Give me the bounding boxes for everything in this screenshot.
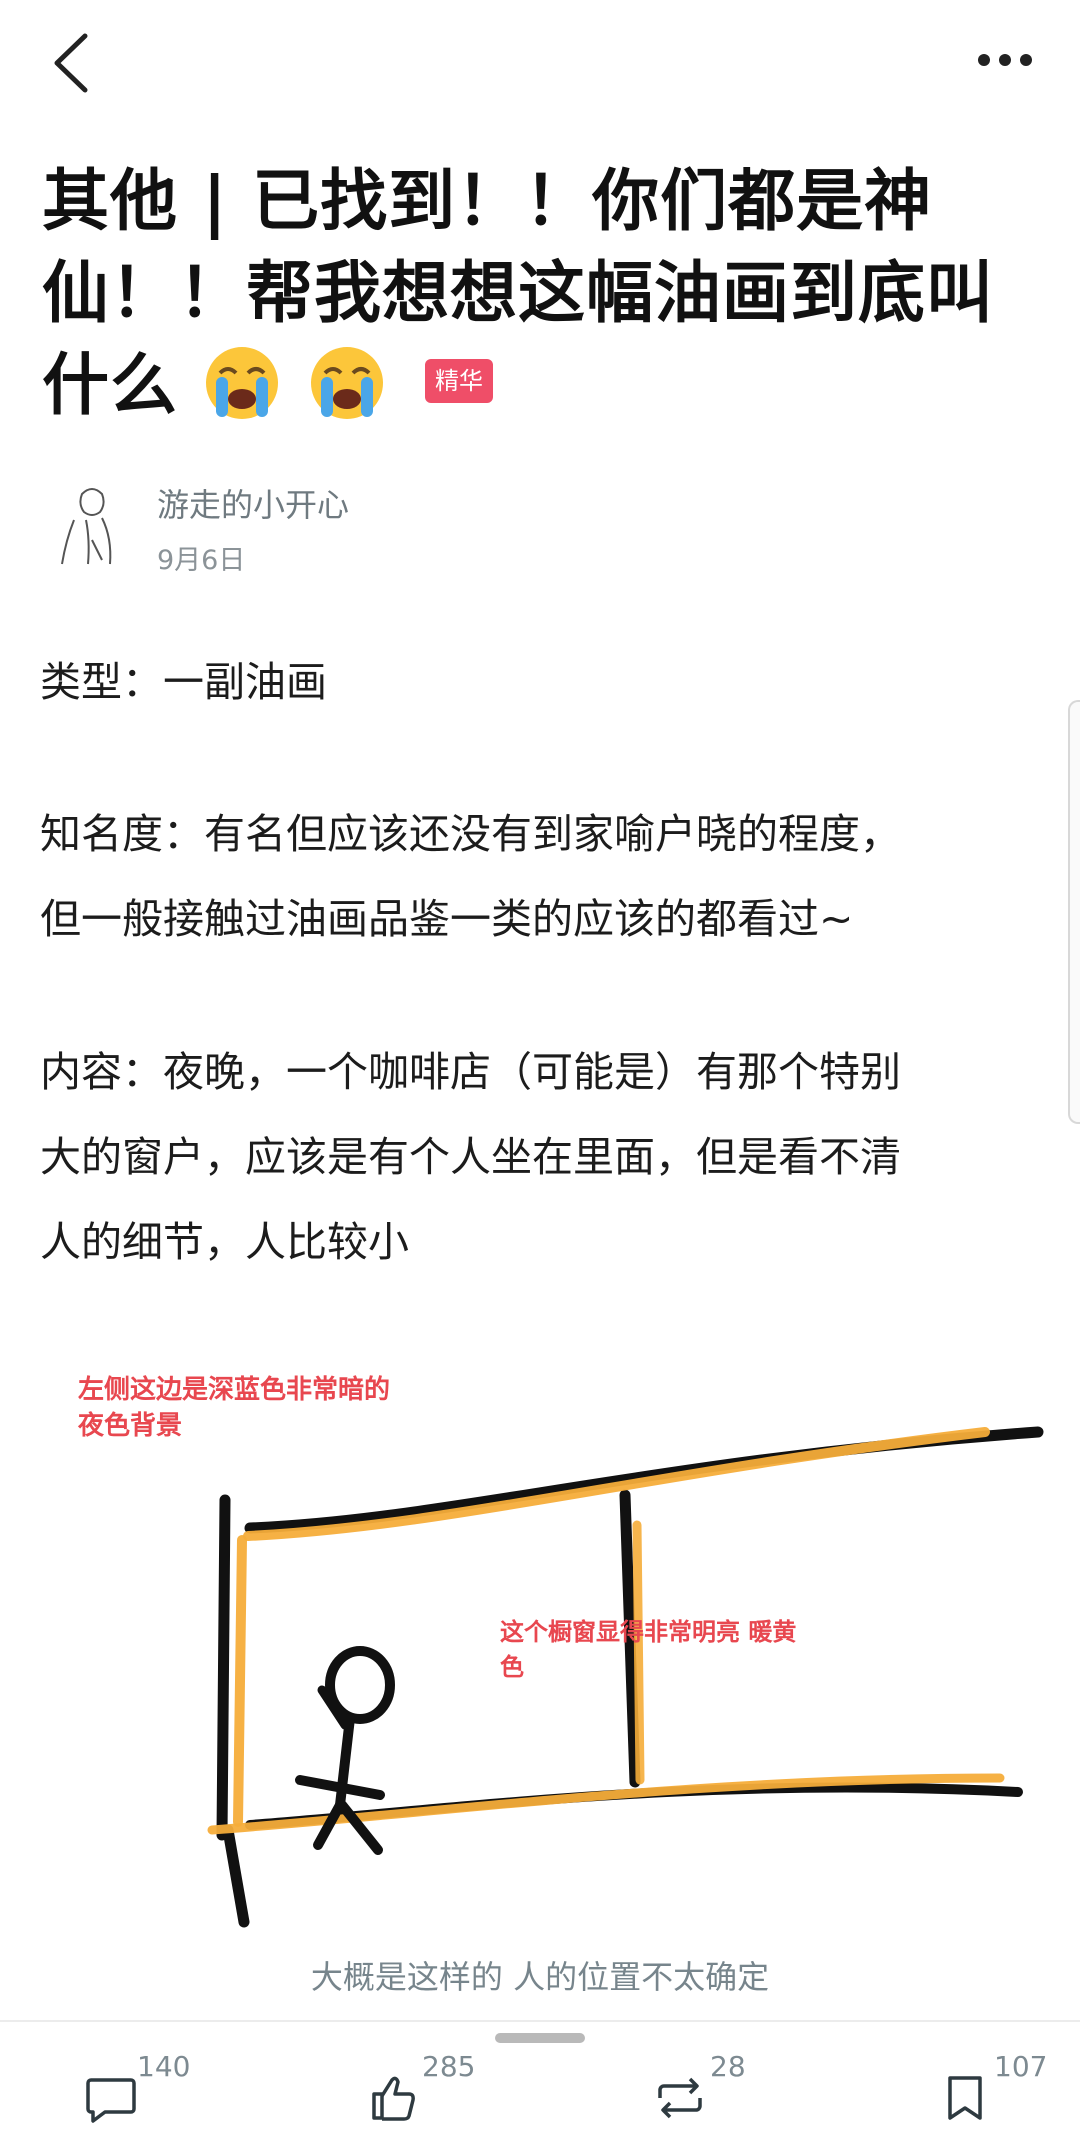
body-paragraph-fame: 知名度：有名但应该还没有到家喻户晓的程度， 但一般接触过油画品鉴一类的应该的都看… <box>40 792 1040 962</box>
sketch-note-window: 色 <box>500 1653 524 1681</box>
thumbs-up-icon <box>372 2076 415 2121</box>
avatar[interactable] <box>52 480 132 570</box>
post-detail-page: 其他 | 已找到！！你们都是神 仙！！帮我想想这幅油画到底叫 什么 精华 游走的… <box>0 0 1080 2154</box>
top-bar <box>0 0 1080 130</box>
body-line: 知名度：有名但应该还没有到家喻户晓的程度， <box>40 810 901 858</box>
repost-count: 28 <box>710 2050 746 2083</box>
body-line: 但一般接触过油画品鉴一类的应该的都看过~ <box>40 895 854 943</box>
more-dots-icon <box>978 54 1032 66</box>
repost-button[interactable]: 28 <box>652 2050 762 2140</box>
scroll-indicator[interactable] <box>1068 700 1080 1124</box>
comment-icon <box>86 2078 136 2123</box>
bookmark-count: 107 <box>994 2050 1048 2083</box>
bookmark-icon <box>948 2076 982 2120</box>
author-name[interactable]: 游走的小开心 <box>157 480 349 526</box>
more-options-button[interactable] <box>970 40 1040 80</box>
sketch-note-left: 夜色背景 <box>77 1410 182 1441</box>
title-line: 仙！！帮我想想这幅油画到底叫 <box>42 254 994 332</box>
repost-icon <box>658 2077 702 2119</box>
like-count: 285 <box>422 2050 476 2083</box>
sketch-note-window: 这个橱窗显得非常明亮 暖黄 <box>500 1618 796 1646</box>
post-title: 其他 | 已找到！！你们都是神 仙！！帮我想想这幅油画到底叫 什么 精华 <box>42 155 1032 431</box>
drag-handle[interactable] <box>495 2033 585 2043</box>
image-caption: 大概是这样的 人的位置不太确定 <box>310 1958 770 1996</box>
body-paragraph-content: 内容：夜晚，一个咖啡店（可能是）有那个特别 大的窗户，应该是有个人坐在里面，但是… <box>40 1030 1040 1285</box>
loudly-crying-face-icon <box>206 347 279 420</box>
title-line: 其他 | 已找到！！你们都是神 <box>42 162 933 240</box>
back-button[interactable] <box>45 28 105 98</box>
body-line: 类型：一副油画 <box>40 658 327 706</box>
post-sketch-image[interactable]: 左侧这边是深蓝色非常暗的 夜色背景 这个橱窗显得非常明亮 暖黄 色 <box>0 1350 1080 1950</box>
sketch-note-left: 左侧这边是深蓝色非常暗的 <box>78 1374 390 1405</box>
comment-count: 140 <box>137 2050 191 2083</box>
body-paragraph-type: 类型：一副油画 <box>40 640 1040 725</box>
post-date: 9月6日 <box>157 545 246 576</box>
like-button[interactable]: 285 <box>368 2050 478 2140</box>
comment-button[interactable]: 140 <box>85 2050 195 2140</box>
chevron-left-icon <box>54 33 88 93</box>
featured-badge: 精华 <box>424 359 493 404</box>
bookmark-button[interactable]: 107 <box>942 2050 1052 2140</box>
body-line: 大的窗户，应该是有个人坐在里面，但是看不清 <box>40 1133 901 1181</box>
body-line: 内容：夜晚，一个咖啡店（可能是）有那个特别 <box>40 1048 901 1096</box>
title-line-text: 什么 <box>42 346 178 424</box>
title-line: 什么 精华 <box>42 339 1032 431</box>
loudly-crying-face-icon <box>310 347 383 420</box>
body-line: 人的细节，人比较小 <box>40 1218 409 1266</box>
